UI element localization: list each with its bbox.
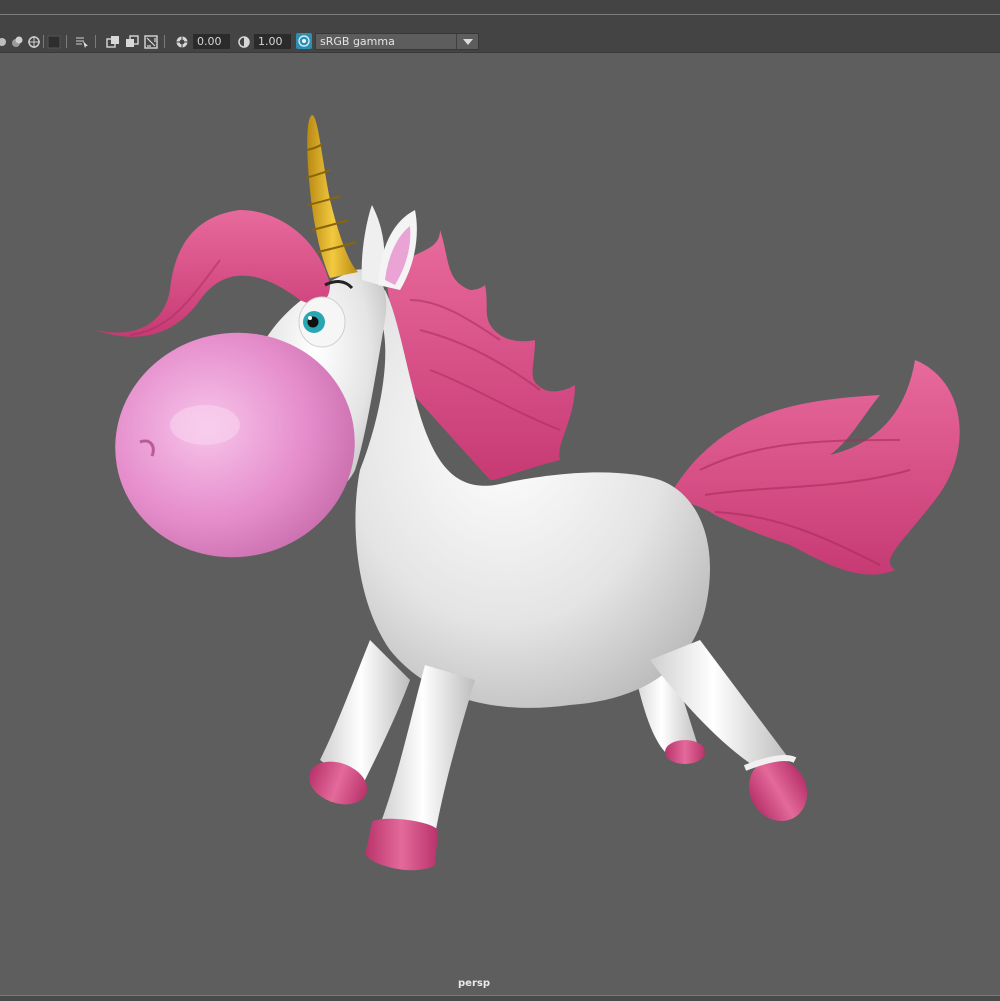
unicorn-model [95, 115, 960, 871]
toolbar-separator [66, 35, 67, 48]
shaded-icon[interactable] [46, 34, 61, 49]
menu-bar [0, 0, 1000, 15]
exposure-icon[interactable] [174, 34, 189, 49]
viewport-bottom-border [0, 995, 1000, 1001]
color-space-select[interactable]: sRGB gamma [315, 33, 479, 50]
toolbar-separator [164, 35, 165, 48]
camera-label: persp [458, 978, 490, 989]
isolate-select-icon[interactable] [0, 34, 9, 49]
viewport-toolbar: 0.00 1.00 sRGB gamma [0, 31, 1000, 53]
exposure-field[interactable]: 0.00 [193, 34, 230, 49]
persp-viewport[interactable] [0, 53, 1000, 1000]
xray-icon[interactable] [9, 34, 24, 49]
select-camera-icon[interactable] [105, 34, 120, 49]
toolbar-separator [43, 35, 44, 48]
wireframe-icon[interactable] [26, 34, 41, 49]
panel-header [0, 15, 1000, 31]
color-space-value: sRGB gamma [320, 35, 395, 48]
gamma-icon[interactable] [236, 34, 251, 49]
chevron-down-icon[interactable] [456, 34, 478, 49]
gate-mask-icon[interactable] [143, 34, 158, 49]
unicorn-tail [670, 360, 960, 575]
resolution-gate-icon[interactable] [124, 34, 139, 49]
grid-icon[interactable] [74, 34, 89, 49]
toolbar-separator [95, 35, 96, 48]
color-management-icon[interactable] [296, 33, 312, 49]
gamma-field[interactable]: 1.00 [254, 34, 291, 49]
